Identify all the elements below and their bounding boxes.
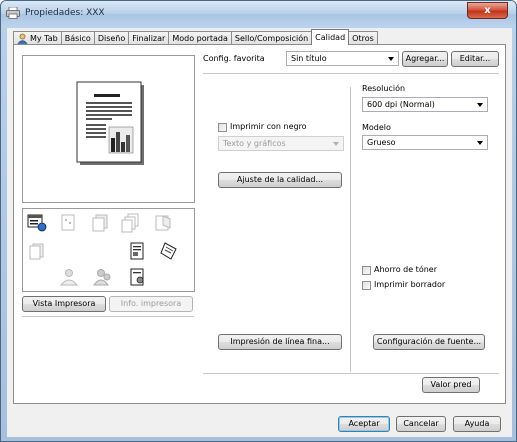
vista-impresora-button[interactable]: Vista Impresora — [22, 296, 106, 312]
tab-finalizar[interactable]: Finalizar — [128, 31, 170, 45]
printer-port-icon — [27, 214, 47, 232]
settings-page-icon — [130, 268, 144, 286]
booklet-icon — [130, 242, 144, 260]
favorites-value: Sin título — [291, 54, 327, 63]
tab-diseno[interactable]: Diseño — [93, 31, 130, 45]
close-icon: x — [484, 5, 491, 16]
help-button[interactable]: Ayuda — [453, 416, 501, 432]
divider — [203, 73, 499, 74]
quality-adjust-button[interactable]: Ajuste de la calidad... — [218, 172, 342, 188]
model-label: Modelo — [362, 123, 391, 132]
draft-print-label: Imprimir borrador — [374, 280, 446, 289]
staple-icon — [61, 214, 75, 231]
function-icons-panel — [22, 208, 195, 292]
divider — [22, 316, 194, 317]
tab-calidad[interactable]: Calidad — [311, 29, 350, 45]
model-value: Grueso — [367, 138, 396, 147]
model-select[interactable]: Grueso — [362, 135, 488, 150]
tab-basico[interactable]: Básico — [60, 31, 95, 45]
tab-label: Calidad — [315, 33, 346, 42]
account-track-icon — [93, 269, 111, 286]
tab-my-tab[interactable]: My Tab — [13, 31, 62, 45]
toner-save-label: Ahorro de tóner — [374, 265, 437, 274]
page-preview — [22, 55, 195, 203]
printer-properties-window: Propiedades: XXX x My Tab Básico Diseño … — [0, 0, 517, 442]
add-favorite-button[interactable]: Agregar... — [402, 51, 448, 67]
document-preview-icon — [76, 81, 144, 165]
text-graphics-select[interactable]: Texto y gráficos — [218, 136, 344, 151]
draft-print-checkbox[interactable] — [362, 281, 371, 290]
column-divider — [350, 87, 351, 372]
user-auth-icon — [59, 269, 79, 286]
printer-icon — [6, 7, 20, 19]
user-icon — [17, 33, 28, 44]
duplex-icon — [29, 243, 44, 260]
chevron-down-icon — [333, 142, 339, 146]
tab-modo-portada[interactable]: Modo portada — [168, 31, 232, 45]
font-config-button[interactable]: Configuración de fuente... — [373, 334, 485, 350]
tab-sello-composicion[interactable]: Sello/Composición — [230, 31, 313, 45]
resolution-value: 600 dpi (Normal) — [367, 100, 435, 109]
accept-button[interactable]: Aceptar — [338, 416, 390, 432]
print-black-label: Imprimir con negro — [230, 122, 307, 131]
close-button[interactable]: x — [467, 2, 508, 19]
info-impresora-button[interactable]: Info. impresora — [109, 296, 193, 312]
fold-icon — [155, 215, 171, 231]
chevron-down-icon — [477, 103, 483, 107]
rotate-page-icon — [160, 242, 177, 260]
toner-save-checkbox[interactable] — [362, 266, 371, 275]
edit-favorite-button[interactable]: Editar... — [451, 51, 499, 67]
window-title: Propiedades: XXX — [25, 8, 105, 18]
tab-otros[interactable]: Otros — [348, 31, 378, 45]
favorites-select[interactable]: Sin título — [286, 51, 399, 66]
resolution-label: Resolución — [362, 84, 406, 93]
text-graphics-value: Texto y gráficos — [223, 139, 286, 148]
chevron-down-icon — [388, 57, 394, 61]
favorites-label: Config. favorita — [203, 54, 265, 63]
default-values-button[interactable]: Valor pred — [422, 377, 480, 393]
tab-panel-calidad: Vista Impresora Info. impresora Config. … — [13, 44, 506, 404]
cancel-button[interactable]: Cancelar — [396, 416, 446, 432]
chevron-down-icon — [477, 141, 483, 145]
dialog-client-area: My Tab Básico Diseño Finalizar Modo port… — [7, 28, 512, 437]
title-bar[interactable]: Propiedades: XXX x — [1, 1, 516, 27]
resolution-select[interactable]: 600 dpi (Normal) — [362, 97, 488, 112]
tab-strip: My Tab Básico Diseño Finalizar Modo port… — [13, 29, 378, 45]
fine-line-button[interactable]: Impresión de línea fina... — [218, 334, 342, 350]
collate-icon — [121, 213, 139, 233]
copies-icon — [92, 214, 108, 232]
print-black-checkbox[interactable] — [218, 123, 227, 132]
divider — [203, 373, 499, 374]
